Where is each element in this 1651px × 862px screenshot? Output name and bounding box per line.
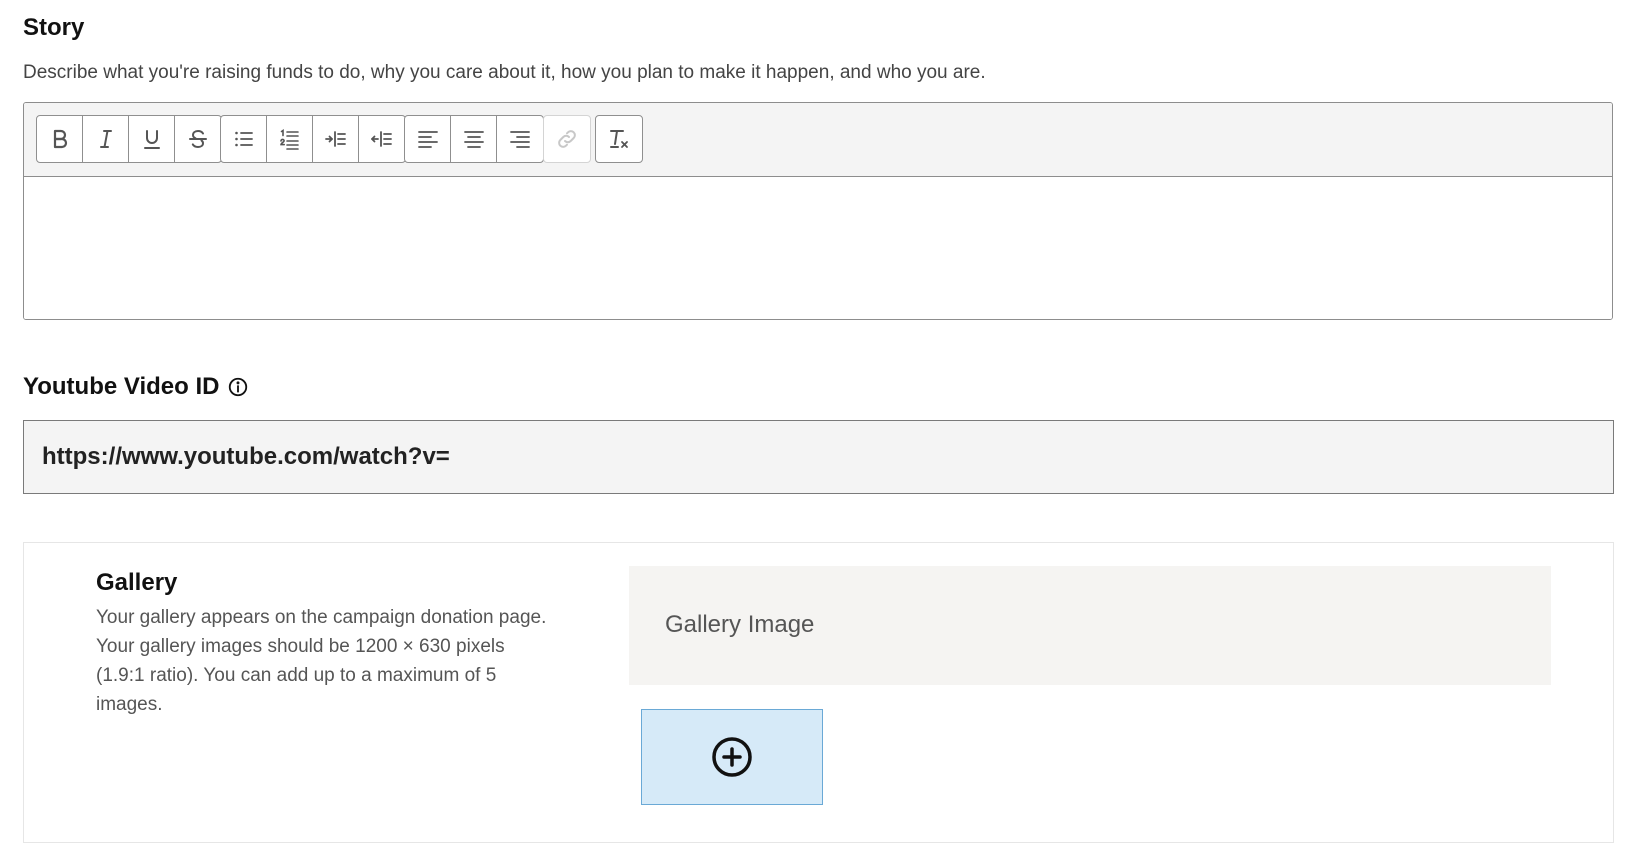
italic-button[interactable] [83, 116, 129, 162]
strikethrough-button[interactable] [175, 116, 221, 162]
outdent-button[interactable] [359, 116, 405, 162]
bold-icon [53, 129, 67, 149]
align-right-icon [510, 131, 530, 148]
list-group [220, 115, 406, 163]
bullet-list-icon [234, 131, 253, 147]
gallery-description: Your gallery appears on the campaign don… [96, 607, 547, 715]
editor-toolbar [24, 103, 1612, 177]
underline-button[interactable] [129, 116, 175, 162]
info-icon[interactable] [227, 376, 249, 398]
story-editor [23, 102, 1613, 320]
align-center-icon [463, 131, 484, 148]
numbered-list-button[interactable] [267, 116, 313, 162]
align-center-button[interactable] [451, 116, 497, 162]
editor-content-area[interactable] [24, 177, 1612, 319]
link-group [543, 115, 591, 163]
bold-button[interactable] [37, 116, 83, 162]
gallery-title: Gallery [96, 569, 178, 596]
story-description: Describe what you're raising funds to do… [23, 62, 986, 83]
bullet-list-button[interactable] [221, 116, 267, 162]
youtube-label: Youtube Video ID [23, 373, 220, 400]
outdent-icon [371, 131, 392, 147]
gallery-image-label: Gallery Image [665, 611, 815, 638]
indent-icon [324, 131, 346, 147]
indent-button[interactable] [313, 116, 359, 162]
align-left-icon [417, 131, 438, 148]
youtube-label-row: Youtube Video ID [23, 373, 249, 401]
gallery-image-header: Gallery Image [629, 566, 1551, 685]
link-icon [558, 130, 576, 148]
alignment-group [404, 115, 544, 163]
story-title: Story [23, 14, 85, 41]
link-button[interactable] [544, 116, 590, 162]
strikethrough-icon [189, 129, 207, 149]
add-gallery-image-button[interactable] [641, 709, 823, 805]
align-right-button[interactable] [497, 116, 543, 162]
align-left-button[interactable] [405, 116, 451, 162]
text-style-group [36, 115, 222, 163]
clear-format-icon [610, 130, 628, 148]
plus-circle-icon [712, 737, 752, 777]
clear-format-button[interactable] [596, 116, 642, 162]
underline-icon [143, 130, 160, 149]
youtube-video-input[interactable] [23, 420, 1614, 494]
clear-format-group [595, 115, 643, 163]
gallery-section: Gallery Your gallery appears on the camp… [23, 542, 1614, 843]
italic-icon [99, 130, 112, 148]
numbered-list-icon [279, 129, 299, 150]
